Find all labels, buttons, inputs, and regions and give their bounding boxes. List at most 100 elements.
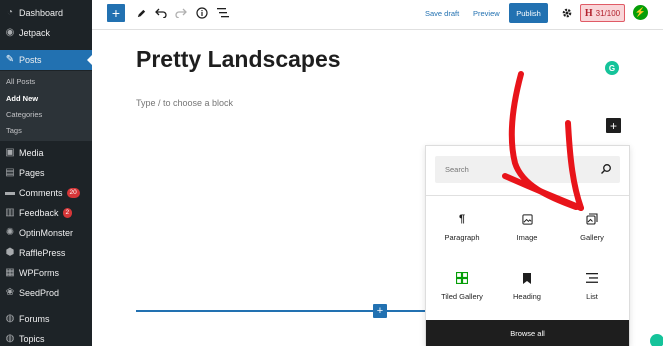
sidebar-item-optinmonster[interactable]: ✺ OptinMonster (0, 223, 92, 243)
jetpack-icon: ◉ (5, 27, 15, 38)
sidebar-item-seedprod[interactable]: ❀ SeedProd (0, 283, 92, 303)
post-title[interactable]: Pretty Landscapes (136, 46, 341, 73)
sidebar-item-label: Pages (19, 168, 45, 178)
popover-divider (426, 195, 629, 196)
block-paragraph[interactable]: ¶ Paragraph (430, 213, 494, 258)
seo-score-value: 31/100 (595, 8, 621, 18)
pin-icon: ✎ (5, 54, 15, 65)
plus-icon: + (609, 118, 617, 133)
sidebar-item-label: SeedProd (19, 288, 60, 298)
sidebar-item-feedback[interactable]: ▥ Feedback 2 (0, 203, 92, 223)
redo-button[interactable] (174, 6, 188, 20)
sidebar-item-label: Comments (19, 188, 63, 198)
sidebar-item-jetpack[interactable]: ◉ Jetpack (0, 23, 92, 43)
block-search-input[interactable]: Search (435, 156, 620, 183)
sidebar-item-label: Feedback (19, 208, 59, 218)
dashboard-icon: ◔ (6, 7, 14, 18)
comments-count-badge: 20 (66, 188, 80, 198)
block-image[interactable]: Image (495, 213, 559, 258)
seedprod-icon: ❀ (5, 287, 15, 298)
plus-icon: + (111, 5, 121, 21)
block-label: Tiled Gallery (441, 292, 483, 301)
sidebar-item-label: WPForms (19, 268, 59, 278)
block-inserter-popover: Search ¶ Paragraph Image Gallery Tiled G… (425, 145, 630, 346)
block-heading[interactable]: Heading (495, 272, 559, 317)
sidebar-item-label: Topics (19, 334, 45, 344)
block-label: Gallery (580, 233, 604, 242)
sidebar-item-label: RafflePress (19, 248, 66, 258)
lightning-icon: ⚡ (634, 7, 647, 17)
sidebar-item-pages[interactable]: ▤ Pages (0, 163, 92, 183)
sidebar-item-label: Dashboard (19, 8, 64, 18)
sidebar-item-wpforms[interactable]: ▦ WPForms (0, 263, 92, 283)
settings-button[interactable] (560, 6, 574, 20)
paragraph-icon: ¶ (458, 213, 466, 225)
pages-icon: ▤ (5, 167, 15, 178)
publish-button[interactable]: Publish (509, 3, 548, 23)
comments-icon: ▬ (5, 187, 15, 198)
gear-icon (562, 8, 572, 18)
topics-icon: ◍ (5, 333, 15, 344)
plus-icon: + (376, 305, 384, 317)
browse-all-button[interactable]: Browse all (426, 320, 629, 346)
insert-block-button[interactable]: + (373, 304, 387, 318)
posts-submenu: All Posts Add New Categories Tags (0, 71, 92, 141)
submenu-tags[interactable]: Tags (6, 126, 22, 135)
block-gallery[interactable]: Gallery (560, 213, 624, 258)
search-placeholder: Search (445, 165, 469, 174)
block-placeholder[interactable]: Type / to choose a block (136, 98, 233, 108)
details-button[interactable] (195, 6, 209, 20)
undo-button[interactable] (154, 6, 168, 20)
block-label: Paragraph (444, 233, 480, 242)
sidebar-item-label: OptinMonster (19, 228, 74, 238)
sidebar-item-forums[interactable]: ◍ Forums (0, 309, 92, 329)
block-label: List (586, 292, 598, 301)
submenu-add-new[interactable]: Add New (6, 94, 38, 103)
block-tiled-gallery[interactable]: Tiled Gallery (430, 272, 494, 317)
jetpack-button[interactable]: ⚡ (633, 5, 648, 20)
redo-icon (175, 8, 187, 18)
heading-icon (521, 272, 533, 284)
active-indicator (87, 55, 92, 65)
optinmonster-icon: ✺ (5, 227, 15, 238)
sidebar-item-posts[interactable]: ✎ Posts (0, 50, 92, 70)
block-list[interactable]: List (560, 272, 624, 317)
submenu-categories[interactable]: Categories (6, 110, 42, 119)
add-block-button[interactable]: + (107, 4, 125, 22)
block-label: Image (516, 233, 538, 242)
list-view-button[interactable] (216, 6, 230, 20)
feedback-count-badge: 2 (62, 208, 73, 218)
editor-toolbar: + Save draft Preview Publish H 31/100 ⚡ (92, 0, 663, 30)
media-icon: ▣ (5, 147, 15, 158)
block-inserter-toggle[interactable]: + (606, 118, 621, 133)
sidebar-item-label: Jetpack (19, 28, 51, 38)
block-label: Heading (513, 292, 541, 301)
sidebar-item-label: Forums (19, 314, 50, 324)
sidebar-item-media[interactable]: ▣ Media (0, 143, 92, 163)
sidebar-item-topics[interactable]: ◍ Topics (0, 329, 92, 346)
undo-icon (155, 8, 167, 18)
gallery-icon (586, 213, 598, 225)
sidebar-item-comments[interactable]: ▬ Comments 20 (0, 183, 92, 203)
seo-score-button[interactable]: H 31/100 (580, 4, 625, 22)
wpforms-icon: ▦ (5, 267, 15, 278)
search-icon (601, 164, 611, 174)
rafflepress-icon: ⬢ (5, 247, 15, 258)
grammarly-icon[interactable] (650, 334, 663, 346)
sidebar-item-label: Media (19, 148, 44, 158)
forums-icon: ◍ (5, 313, 15, 324)
image-icon (521, 213, 533, 225)
save-draft-button[interactable]: Save draft (425, 9, 459, 18)
grammarly-icon[interactable]: G (605, 61, 619, 75)
seo-letter: H (584, 7, 593, 19)
edit-tools-button[interactable] (134, 6, 148, 20)
info-icon (196, 7, 208, 19)
sidebar-item-rafflepress[interactable]: ⬢ RafflePress (0, 243, 92, 263)
tiled-gallery-icon (456, 272, 468, 284)
list-icon (586, 272, 598, 284)
sidebar-item-dashboard[interactable]: ◔ Dashboard (0, 3, 92, 23)
list-view-icon (217, 8, 229, 18)
preview-button[interactable]: Preview (473, 9, 500, 18)
feedback-icon: ▥ (5, 207, 15, 218)
submenu-all-posts[interactable]: All Posts (6, 77, 35, 86)
